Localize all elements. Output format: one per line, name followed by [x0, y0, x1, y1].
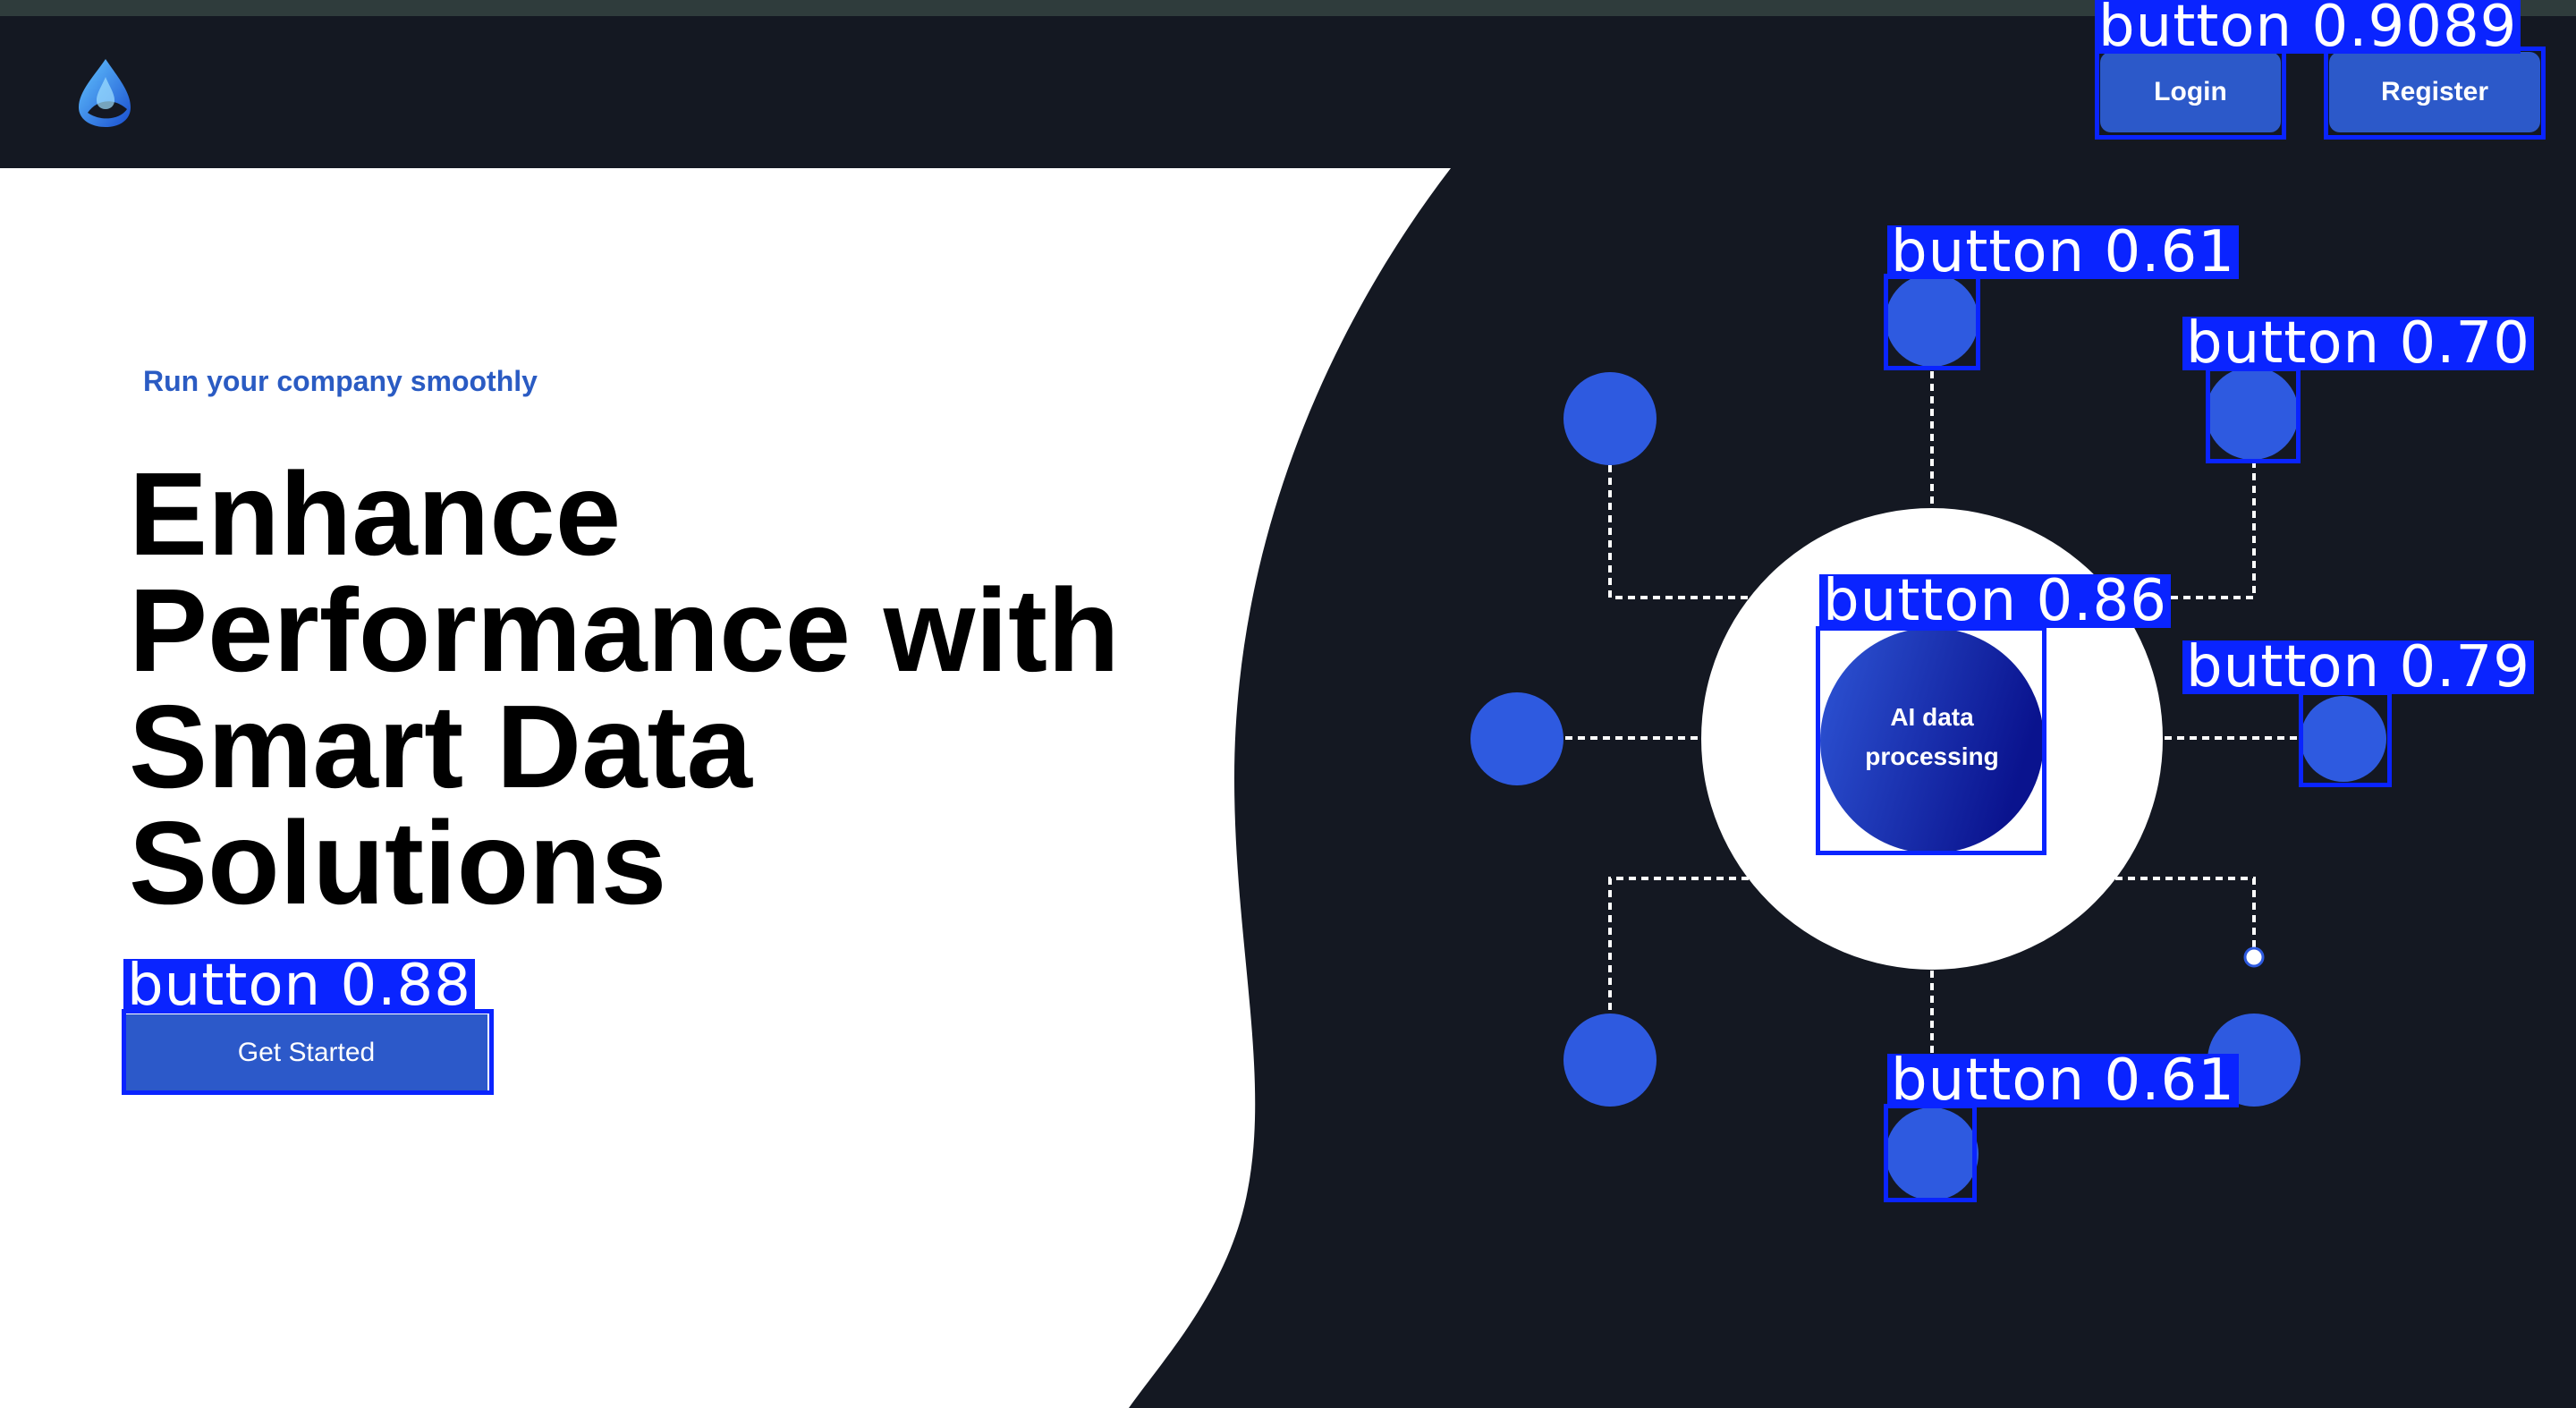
node-junction-dot — [2243, 946, 2265, 968]
detection-box-node-top — [1884, 274, 1980, 370]
node-bottom-left[interactable] — [1563, 1014, 1657, 1107]
detection-box-core — [1816, 626, 2046, 855]
detection-box-node-top-right — [2206, 367, 2301, 463]
detection-box-node-right — [2299, 691, 2392, 787]
node-left[interactable] — [1470, 692, 1563, 785]
detection-box-node-bottom — [1884, 1104, 1977, 1202]
detection-label-node-top: button 0.61 — [1887, 224, 2239, 281]
node-top-left[interactable] — [1563, 372, 1657, 465]
detection-label-node-top-right: button 0.70 — [2182, 315, 2534, 372]
network-diagram — [1470, 274, 2386, 1200]
detection-label-node-bottom: button 0.61 — [1887, 1052, 2239, 1109]
detection-label-node-right: button 0.79 — [2182, 639, 2534, 696]
detection-label-core: button 0.86 — [1819, 573, 2171, 630]
